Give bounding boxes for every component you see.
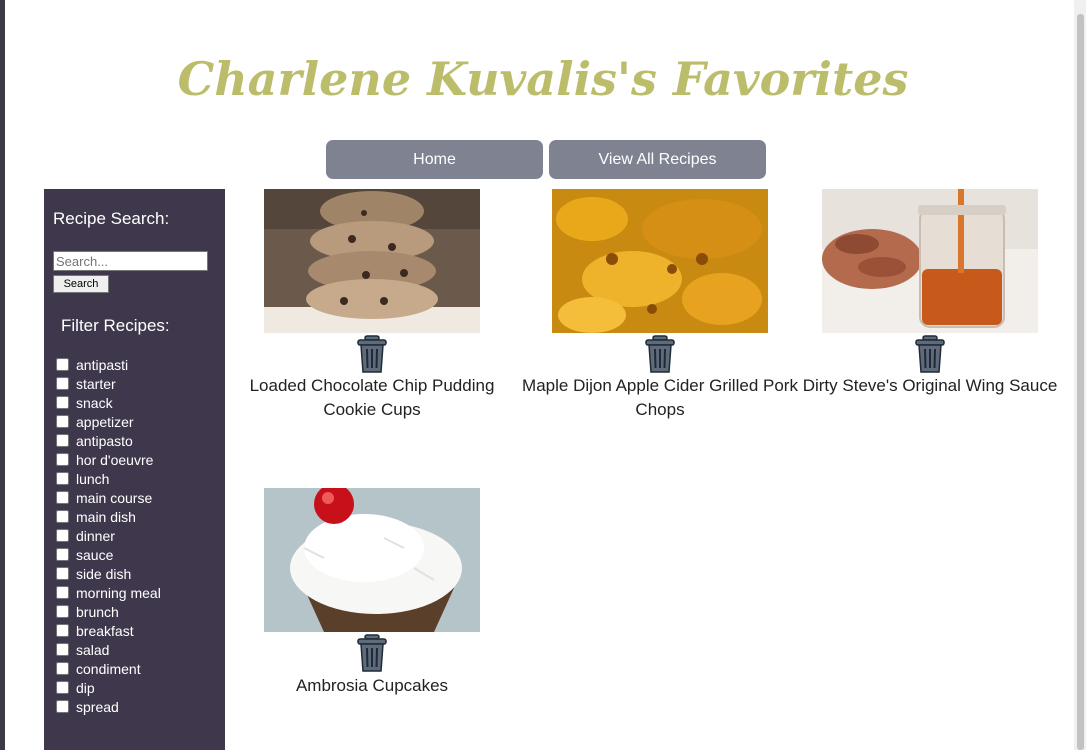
filter-item[interactable]: appetizer	[56, 412, 161, 431]
filter-item[interactable]: dip	[56, 678, 161, 697]
filter-item[interactable]: main dish	[56, 507, 161, 526]
filter-item[interactable]: salad	[56, 640, 161, 659]
view-all-recipes-button[interactable]: View All Recipes	[549, 140, 766, 179]
recipe-name[interactable]: Ambrosia Cupcakes	[227, 674, 517, 698]
filter-checkbox[interactable]	[56, 510, 69, 523]
filter-checkbox[interactable]	[56, 472, 69, 485]
filter-checkbox[interactable]	[56, 624, 69, 637]
vertical-scrollbar[interactable]	[1074, 0, 1086, 750]
filter-checkbox[interactable]	[56, 529, 69, 542]
filter-item[interactable]: dinner	[56, 526, 161, 545]
filter-label: starter	[76, 375, 116, 392]
recipe-search-heading: Recipe Search:	[53, 209, 170, 228]
filter-label: side dish	[76, 565, 132, 582]
filter-item[interactable]: breakfast	[56, 621, 161, 640]
filter-checkbox[interactable]	[56, 643, 69, 656]
filter-checkbox[interactable]	[56, 567, 69, 580]
filter-item[interactable]: side dish	[56, 564, 161, 583]
filter-checkbox[interactable]	[56, 605, 69, 618]
filter-label: antipasto	[76, 432, 133, 449]
filter-item[interactable]: snack	[56, 393, 161, 412]
filter-label: sauce	[76, 546, 114, 563]
scrollbar-thumb[interactable]	[1077, 14, 1084, 750]
trash-icon[interactable]	[914, 334, 946, 374]
filter-label: condiment	[76, 660, 141, 677]
filter-item[interactable]: lunch	[56, 469, 161, 488]
filter-checkbox[interactable]	[56, 434, 69, 447]
filter-item[interactable]: antipasti	[56, 355, 161, 374]
filter-checkbox[interactable]	[56, 681, 69, 694]
filter-checkbox[interactable]	[56, 396, 69, 409]
search-input[interactable]	[53, 251, 208, 271]
filter-checkbox[interactable]	[56, 453, 69, 466]
page-title: Charlene Kuvalis's Favorites	[177, 52, 909, 106]
filter-recipes-heading: Filter Recipes:	[61, 316, 170, 335]
recipe-name[interactable]: Loaded Chocolate Chip Pudding Cookie Cup…	[227, 374, 517, 422]
recipe-name[interactable]: Maple Dijon Apple Cider Grilled Pork Cho…	[515, 374, 805, 422]
filter-checkbox[interactable]	[56, 358, 69, 371]
recipe-name[interactable]: Dirty Steve's Original Wing Sauce	[785, 374, 1075, 398]
filter-label: salad	[76, 641, 110, 658]
sidebar: Recipe Search: Search Filter Recipes: an…	[44, 189, 225, 750]
cookie-stack-photo[interactable]	[264, 189, 480, 333]
filter-label: brunch	[76, 603, 119, 620]
filter-label: main dish	[76, 508, 136, 525]
home-button[interactable]: Home	[326, 140, 543, 179]
filter-label: appetizer	[76, 413, 134, 430]
window-edge	[0, 0, 5, 750]
filter-checkbox[interactable]	[56, 700, 69, 713]
filter-checkbox[interactable]	[56, 491, 69, 504]
filter-label: dip	[76, 679, 95, 696]
filter-checkbox[interactable]	[56, 377, 69, 390]
filter-item[interactable]: condiment	[56, 659, 161, 678]
filter-item[interactable]: brunch	[56, 602, 161, 621]
trash-icon[interactable]	[644, 334, 676, 374]
wing-sauce-photo[interactable]	[822, 189, 1038, 333]
filter-list: antipasti starter snack appetizer antipa…	[56, 355, 161, 716]
filter-label: main course	[76, 489, 153, 506]
filter-item[interactable]: antipasto	[56, 431, 161, 450]
filter-item[interactable]: main course	[56, 488, 161, 507]
filter-item[interactable]: hor d'oeuvre	[56, 450, 161, 469]
filter-label: breakfast	[76, 622, 134, 639]
filter-item[interactable]: starter	[56, 374, 161, 393]
cupcake-photo[interactable]	[264, 488, 480, 632]
filter-label: dinner	[76, 527, 115, 544]
filter-item[interactable]: sauce	[56, 545, 161, 564]
filter-checkbox[interactable]	[56, 415, 69, 428]
search-button[interactable]: Search	[53, 275, 109, 293]
filter-checkbox[interactable]	[56, 548, 69, 561]
filter-label: snack	[76, 394, 113, 411]
filter-label: hor d'oeuvre	[76, 451, 154, 468]
filter-label: lunch	[76, 470, 110, 487]
filter-checkbox[interactable]	[56, 586, 69, 599]
filter-label: morning meal	[76, 584, 161, 601]
filter-label: spread	[76, 698, 119, 715]
trash-icon[interactable]	[356, 633, 388, 673]
trash-icon[interactable]	[356, 334, 388, 374]
pork-chops-photo[interactable]	[552, 189, 768, 333]
filter-item[interactable]: spread	[56, 697, 161, 716]
filter-label: antipasti	[76, 356, 129, 373]
filter-checkbox[interactable]	[56, 662, 69, 675]
filter-item[interactable]: morning meal	[56, 583, 161, 602]
